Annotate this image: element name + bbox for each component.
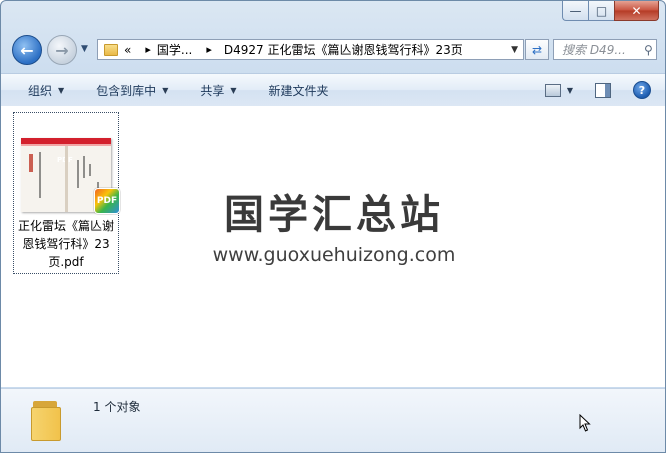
share-menu[interactable]: 共享 ▼ (200, 82, 236, 99)
arrow-left-icon: ← (20, 40, 34, 60)
back-button[interactable]: ← (12, 35, 42, 65)
folder-icon (104, 43, 118, 56)
maximize-button[interactable]: □ (588, 1, 614, 21)
caption-buttons: — □ ✕ (562, 1, 659, 21)
chevron-down-icon[interactable]: ▼ (511, 45, 518, 55)
refresh-icon: ⇄ (531, 42, 543, 57)
thumbnail-text-column (39, 152, 41, 198)
chevron-down-icon: ▼ (162, 85, 169, 95)
file-list-area[interactable]: 国学汇总站 www.guoxuehuizong.com PDF PDF 正化雷坛… (1, 106, 665, 387)
folder-icon (31, 397, 63, 441)
arrow-right-icon: → (55, 40, 69, 60)
forward-button[interactable]: → (47, 35, 77, 65)
chevron-right-icon: ▸ (206, 43, 212, 56)
file-item[interactable]: PDF PDF 正化雷坛《篇亾谢恩钱驾行科》23页.pdf (13, 112, 120, 274)
search-input[interactable] (560, 41, 644, 58)
breadcrumb-item-parent[interactable]: 国学... (157, 41, 192, 58)
refresh-button[interactable]: ⇄ (525, 39, 549, 60)
search-box[interactable]: ⚲ (553, 39, 657, 60)
pdf-app-icon: PDF (94, 188, 120, 214)
preview-pane-icon[interactable] (595, 82, 611, 98)
mouse-cursor-icon (579, 414, 591, 432)
explorer-window: — □ ✕ ← → ▼ « ▸ 国学... ▸ D4927 正化雷坛《篇亾谢恩钱… (0, 0, 666, 453)
search-icon[interactable]: ⚲ (644, 43, 653, 57)
close-button[interactable]: ✕ (614, 1, 659, 21)
toolbar-right-icons: ▼ ? (544, 81, 651, 99)
file-name: 正化雷坛《篇亾谢恩钱驾行科》23页.pdf (17, 219, 114, 269)
details-pane: 1 个对象 (1, 388, 665, 452)
item-count: 1 个对象 (93, 400, 141, 414)
include-in-library-label: 包含到库中 (96, 83, 157, 98)
new-folder-button[interactable]: 新建文件夹 (269, 82, 329, 99)
include-in-library-menu[interactable]: 包含到库中 ▼ (96, 82, 168, 99)
thumbnail-text-column (89, 164, 91, 176)
command-bar: 组织 ▼ 包含到库中 ▼ 共享 ▼ 新建文件夹 ▼ ? (1, 73, 665, 107)
breadcrumb-item-current[interactable]: D4927 正化雷坛《篇亾谢恩钱驾行科》23页 (224, 41, 463, 58)
organize-label: 组织 (28, 83, 53, 98)
chevron-down-icon: ▼ (58, 85, 65, 95)
help-icon[interactable]: ? (633, 81, 651, 99)
recent-pages-dropdown[interactable]: ▼ (81, 44, 88, 54)
share-label: 共享 (200, 83, 225, 98)
breadcrumb-overflow[interactable]: « (124, 43, 131, 57)
thumbnail-fold (65, 146, 68, 212)
new-folder-label: 新建文件夹 (268, 83, 329, 98)
chevron-down-icon[interactable]: ▼ (567, 86, 573, 95)
navigation-bar: ← → ▼ « ▸ 国学... ▸ D4927 正化雷坛《篇亾谢恩钱驾行科》23… (1, 31, 665, 69)
thumbnail-seal (29, 154, 33, 172)
chevron-down-icon: ▼ (230, 85, 237, 95)
thumbnail-text-column (83, 156, 85, 178)
organize-menu[interactable]: 组织 ▼ (28, 82, 64, 99)
minimize-button[interactable]: — (562, 1, 588, 21)
address-bar[interactable]: « ▸ 国学... ▸ D4927 正化雷坛《篇亾谢恩钱驾行科》23页 ▼ (97, 39, 524, 60)
thumbnail-text-column (77, 160, 79, 188)
chevron-right-icon: ▸ (145, 43, 151, 56)
change-view-icon[interactable] (544, 83, 561, 97)
